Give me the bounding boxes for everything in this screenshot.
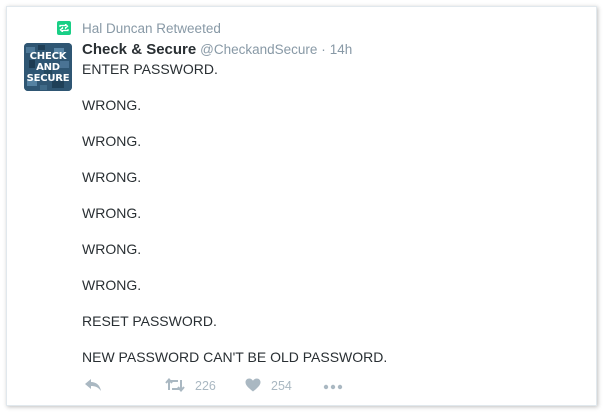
reply-button[interactable]: [84, 376, 102, 396]
tweet-line: NEW PASSWORD CAN'T BE OLD PASSWORD.: [82, 349, 388, 365]
author-fullname[interactable]: Check & Secure: [82, 41, 196, 58]
retweet-icon: [165, 377, 185, 395]
like-count: 254: [271, 379, 292, 393]
avatar-line-1: CHECK: [29, 50, 67, 62]
author-username[interactable]: @CheckandSecure: [200, 42, 317, 57]
tweet-header: Check & Secure @CheckandSecure · 14h: [82, 41, 352, 58]
retweet-button[interactable]: 226: [165, 376, 216, 396]
retweet-icon: [57, 21, 71, 35]
heart-icon: [245, 378, 261, 395]
tweet-line: WRONG.: [82, 241, 142, 257]
retweet-count: 226: [195, 379, 216, 393]
tweet-line: WRONG.: [82, 205, 142, 221]
tweet-line: WRONG.: [82, 97, 142, 113]
retweet-context-text[interactable]: Hal Duncan Retweeted: [82, 21, 221, 36]
avatar[interactable]: CHECK AND SECURE: [24, 43, 72, 91]
tweet-text: ENTER PASSWORD. WRONG. WRONG. WRONG. WRO…: [82, 60, 582, 384]
tweet-actions: 226 254: [82, 376, 482, 396]
tweet-card: Hal Duncan Retweeted CHECK AND SECURE Ch…: [6, 6, 597, 406]
more-icon: [323, 379, 343, 393]
retweet-context: Hal Duncan Retweeted: [57, 20, 221, 36]
tweet-line: WRONG.: [82, 277, 142, 293]
tweet-line: WRONG.: [82, 169, 142, 185]
tweet-timestamp[interactable]: 14h: [330, 42, 353, 57]
avatar-logo-text: CHECK AND SECURE: [24, 43, 72, 91]
header-separator: ·: [321, 42, 326, 57]
more-button[interactable]: [323, 376, 343, 396]
reply-icon: [84, 378, 102, 395]
like-button[interactable]: 254: [245, 376, 292, 396]
tweet-line: RESET PASSWORD.: [82, 313, 217, 329]
avatar-line-3: SECURE: [26, 72, 70, 84]
tweet-line: WRONG.: [82, 133, 142, 149]
avatar-line-2: AND: [36, 61, 60, 73]
tweet-line: ENTER PASSWORD.: [82, 61, 218, 77]
